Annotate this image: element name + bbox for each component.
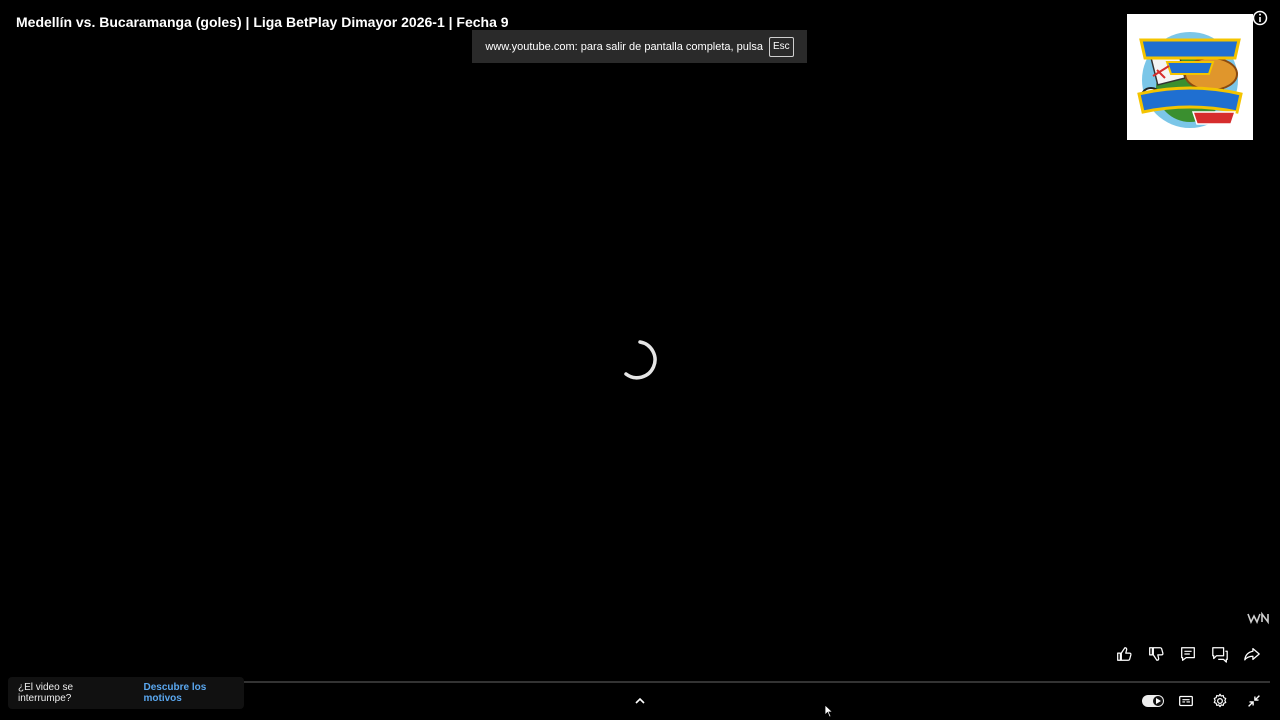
learn-reasons-link[interactable]: Descubre los motivos: [144, 682, 245, 704]
win-logo: [1247, 611, 1269, 625]
mouse-cursor-icon: [824, 704, 834, 718]
dislike-icon[interactable]: [1144, 643, 1168, 665]
like-icon[interactable]: [1112, 643, 1136, 665]
interruption-notice: ¿El video se interrumpe? Descubre los mo…: [8, 677, 244, 709]
chat-icon[interactable]: [1208, 643, 1232, 665]
video-player[interactable]: Medellín vs. Bucaramanga (goles) | Liga …: [0, 0, 1280, 720]
fullscreen-toast-message: www.youtube.com: para salir de pantalla …: [485, 40, 763, 53]
chevron-up-icon[interactable]: [632, 693, 648, 709]
channel-branding-watermark[interactable]: [1127, 14, 1253, 140]
interruption-question: ¿El video se interrumpe?: [18, 682, 74, 704]
autoplay-toggle[interactable]: [1142, 695, 1164, 707]
comments-icon[interactable]: [1176, 643, 1200, 665]
esc-key-badge: Esc: [768, 36, 794, 57]
fullscreen-exit-toast: www.youtube.com: para salir de pantalla …: [472, 30, 807, 63]
autoplay-knob: [1153, 696, 1163, 706]
tactica-empanada-logo: [1131, 18, 1249, 136]
exit-fullscreen-icon[interactable]: [1242, 690, 1266, 712]
loading-spinner: [620, 340, 660, 380]
info-icon[interactable]: [1252, 10, 1268, 26]
settings-icon[interactable]: [1208, 690, 1232, 712]
player-controls-right: [1142, 690, 1266, 712]
subtitles-icon[interactable]: [1174, 690, 1198, 712]
share-icon[interactable]: [1240, 643, 1264, 665]
video-title[interactable]: Medellín vs. Bucaramanga (goles) | Liga …: [16, 14, 509, 30]
engagement-actions: [1112, 643, 1264, 665]
